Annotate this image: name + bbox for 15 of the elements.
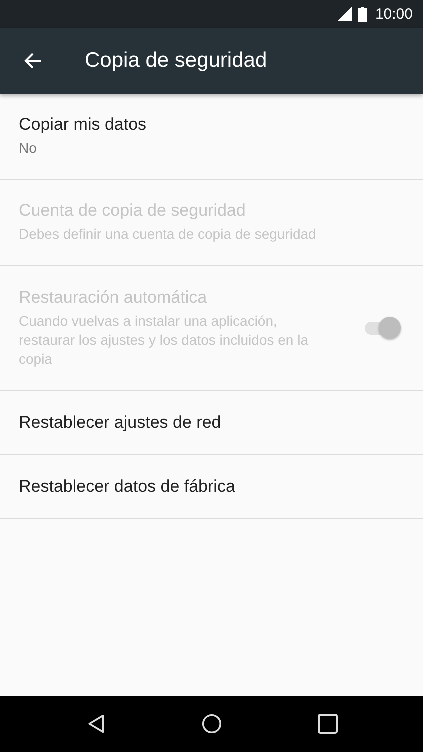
settings-item[interactable]: Restablecer ajustes de red [0,391,423,455]
settings-item[interactable]: Restablecer datos de fábrica [0,455,423,519]
recents-icon[interactable] [318,714,338,734]
signal-icon [338,7,352,21]
item-title: Restablecer datos de fábrica [19,476,236,496]
item-title: Restablecer ajustes de red [19,412,222,432]
back-icon[interactable] [86,714,106,734]
item-title: Copiar mis datos [19,115,148,135]
settings-item[interactable]: Copiar mis datos No [0,94,423,180]
home-icon[interactable] [202,714,222,734]
toolbar-title: Copia de seguridad [85,49,268,73]
status-time: 10:00 [375,6,413,22]
back-arrow-icon[interactable] [23,51,43,71]
item-summary: No [19,139,38,158]
battery-icon [358,6,368,22]
